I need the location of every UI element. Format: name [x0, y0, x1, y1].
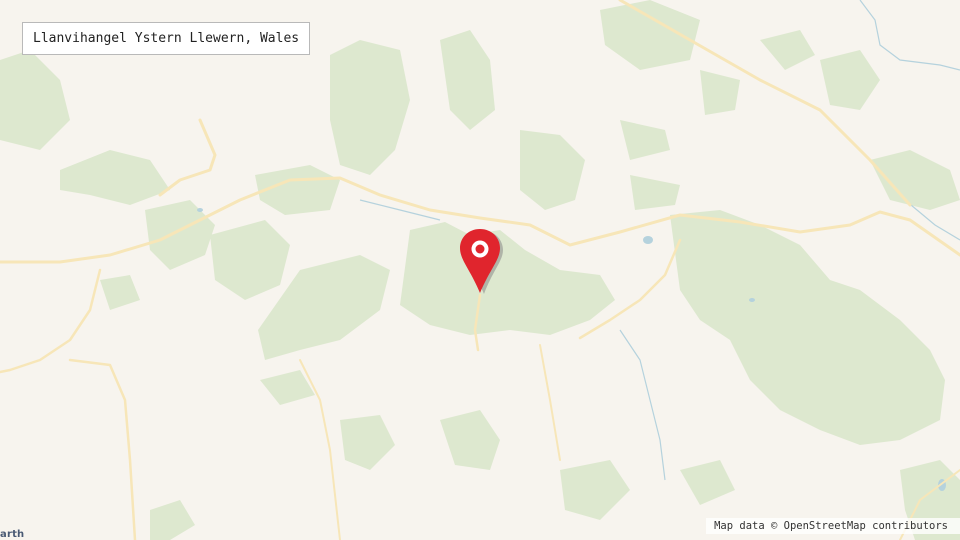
location-label: Llanvihangel Ystern Llewern, Wales — [22, 22, 311, 55]
map-canvas[interactable] — [0, 0, 960, 540]
place-name-fragment: arth — [0, 529, 25, 540]
map-attribution[interactable]: Map data © OpenStreetMap contributors — [706, 518, 960, 534]
